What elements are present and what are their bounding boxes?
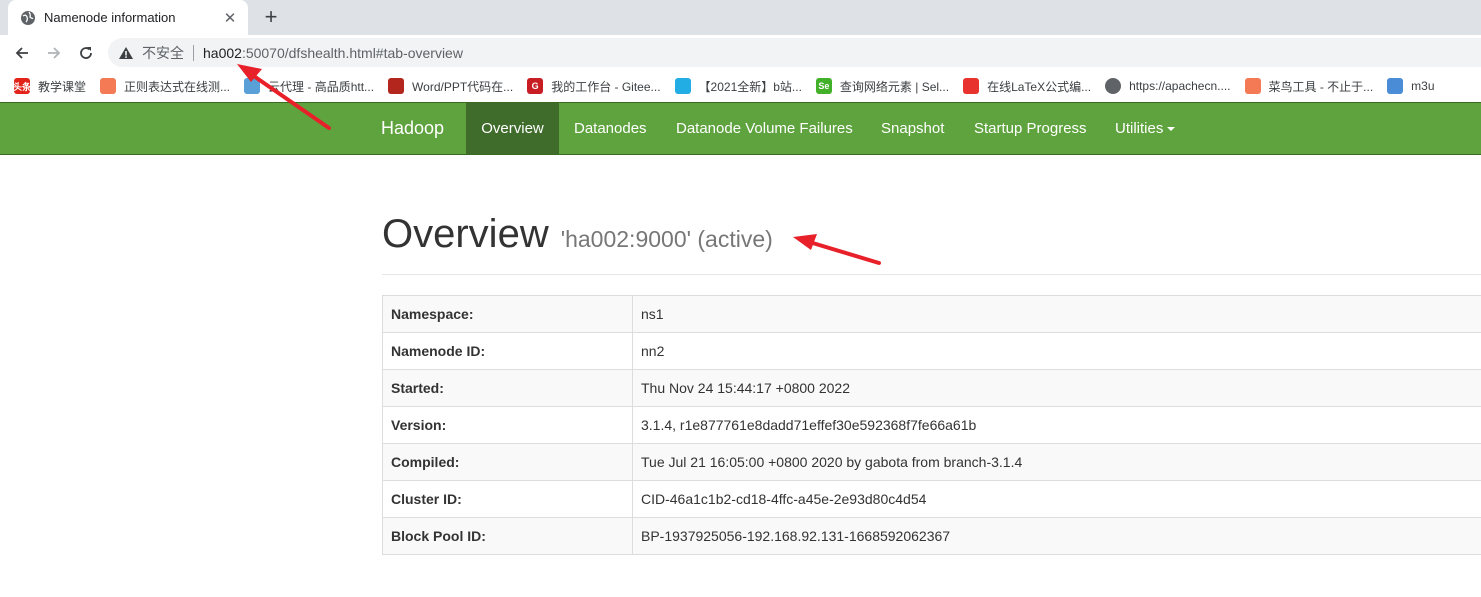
latex-icon — [963, 78, 980, 94]
info-key: Block Pool ID: — [382, 517, 633, 555]
info-key: Cluster ID: — [382, 480, 633, 518]
nav-overview[interactable]: Overview — [466, 103, 559, 154]
bookmark-item[interactable]: 在线LaTeX公式编... — [963, 78, 1091, 95]
table-row: Version: 3.1.4, r1e877761e8dadd71effef30e… — [382, 406, 1481, 444]
bookmark-label: m3u — [1411, 79, 1435, 93]
info-value: nn2 — [632, 332, 1481, 370]
url-host: ha002 — [203, 44, 242, 61]
url-path: :50070/dfshealth.html#tab-overview — [241, 44, 463, 61]
bookmark-label: 菜鸟工具 - 不止于... — [1268, 79, 1374, 94]
bookmark-item[interactable]: 菜鸟工具 - 不止于... — [1244, 78, 1374, 95]
table-row: Namespace: ns1 — [382, 295, 1481, 333]
hadoop-navbar: Hadoop Overview Datanodes Datanode Volum… — [0, 102, 1481, 155]
nav-startup-progress[interactable]: Startup Progress — [974, 103, 1087, 154]
namenode-info-table: Namespace: ns1 Namenode ID: nn2 Started: Thu … — [382, 295, 1481, 555]
bookmark-label: https://apachecn.... — [1129, 79, 1231, 93]
gitee-icon: G — [527, 78, 544, 94]
cube-icon — [100, 78, 117, 94]
forward-button[interactable] — [42, 41, 66, 65]
table-row: Namenode ID: nn2 — [382, 332, 1481, 370]
omnibox-divider — [193, 44, 194, 61]
selenium-icon: Se — [815, 78, 832, 94]
security-label[interactable]: 不安全 — [142, 43, 184, 63]
info-value: Tue Jul 21 16:05:00 +0800 2020 by gabota… — [632, 443, 1481, 481]
info-value: 3.1.4, r1e877761e8dadd71effef30e592368f7… — [632, 406, 1481, 444]
bookmarks-bar: 头条 教学课堂 正则表达式在线测... 云代理 - 高品质htt... Word/PPT… — [0, 70, 1481, 102]
bookmark-label: 教学课堂 — [38, 79, 87, 94]
namenode-address-status: 'ha002:9000' (active) — [560, 226, 773, 252]
nav-datanode-volume-failures[interactable]: Datanode Volume Failures — [676, 103, 853, 154]
info-key: Namenode ID: — [382, 332, 633, 370]
word-icon — [388, 78, 405, 94]
browser-toolbar: 不安全 ha002:50070/dfshealth.html#tab-overv… — [0, 35, 1481, 70]
bilibili-icon — [674, 78, 691, 94]
info-key: Compiled: — [382, 443, 633, 481]
info-key: Namespace: — [382, 295, 633, 333]
bookmark-item[interactable]: 【2021全新】b站... — [674, 78, 802, 95]
caret-down-icon — [1167, 127, 1176, 132]
divider — [382, 274, 1481, 275]
jiaoxue-icon: 头条 — [13, 78, 31, 94]
bookmark-item[interactable]: G 我的工作台 - Gitee... — [527, 78, 661, 95]
bookmark-item[interactable]: Se 查询网络元素 | Sel... — [815, 78, 950, 95]
bookmark-item[interactable]: 头条 教学课堂 — [13, 78, 87, 95]
nav-datanodes[interactable]: Datanodes — [574, 103, 647, 154]
new-tab-button[interactable]: + — [258, 4, 284, 30]
back-button[interactable] — [10, 41, 34, 65]
info-value: CID-46a1c1b2-cd18-4ffc-a45e-2e93d80c4d54 — [632, 480, 1481, 518]
page-title: Overview — [382, 212, 549, 256]
bookmark-item[interactable]: 云代理 - 高品质htt... — [244, 78, 374, 95]
info-value: BP-1937925056-192.168.92.131-16685920623… — [632, 517, 1481, 555]
cube-icon — [1244, 78, 1261, 94]
address-bar[interactable]: 不安全 ha002:50070/dfshealth.html#tab-overv… — [108, 38, 1481, 67]
bookmark-label: 【2021全新】b站... — [698, 79, 802, 94]
overview-heading: Overview 'ha002:9000' (active) — [382, 212, 773, 257]
info-value: ns1 — [632, 295, 1481, 333]
rocket-icon — [1387, 78, 1404, 94]
table-row: Cluster ID: CID-46a1c1b2-cd18-4ffc-a45e-2… — [382, 480, 1481, 518]
bookmark-label: Word/PPT代码在... — [412, 79, 514, 94]
globe-icon — [1105, 78, 1122, 94]
bookmark-item[interactable]: m3u — [1387, 78, 1435, 94]
browser-tab[interactable]: Namenode information ✕ — [8, 0, 248, 35]
warning-icon — [119, 46, 133, 59]
close-tab-icon[interactable]: ✕ — [222, 9, 238, 27]
bookmark-item[interactable]: https://apachecn.... — [1105, 78, 1231, 94]
table-row: Block Pool ID: BP-1937925056-192.168.92.1… — [382, 517, 1481, 555]
info-value: Thu Nov 24 15:44:17 +0800 2022 — [632, 369, 1481, 407]
info-key: Version: — [382, 406, 633, 444]
nav-utilities[interactable]: Utilities — [1115, 103, 1176, 154]
table-row: Started: Thu Nov 24 15:44:17 +0800 2022 — [382, 369, 1481, 407]
image-icon — [244, 78, 261, 94]
arrow-to-status-annotation — [793, 234, 881, 265]
tab-strip: Namenode information ✕ + — [0, 0, 1481, 35]
globe-icon — [21, 10, 35, 25]
nav-utilities-label: Utilities — [1115, 120, 1164, 137]
arrow-left-icon — [15, 47, 28, 59]
bookmark-item[interactable]: 正则表达式在线测... — [100, 78, 230, 95]
reload-button[interactable] — [74, 41, 98, 65]
info-key: Started: — [382, 369, 633, 407]
arrow-right-icon — [48, 47, 61, 59]
hadoop-brand-link[interactable]: Hadoop — [381, 103, 444, 154]
bookmark-label: 云代理 - 高品质htt... — [268, 79, 375, 94]
bookmark-label: 我的工作台 - Gitee... — [551, 79, 661, 94]
bookmark-label: 查询网络元素 | Sel... — [839, 79, 950, 94]
table-row: Compiled: Tue Jul 21 16:05:00 +0800 2020 … — [382, 443, 1481, 481]
bookmark-label: 正则表达式在线测... — [124, 79, 231, 94]
bookmark-label: 在线LaTeX公式编... — [987, 79, 1092, 94]
nav-snapshot[interactable]: Snapshot — [881, 103, 944, 154]
reload-icon — [80, 47, 92, 59]
bookmark-item[interactable]: Word/PPT代码在... — [388, 78, 513, 95]
tab-title: Namenode information — [44, 10, 176, 25]
